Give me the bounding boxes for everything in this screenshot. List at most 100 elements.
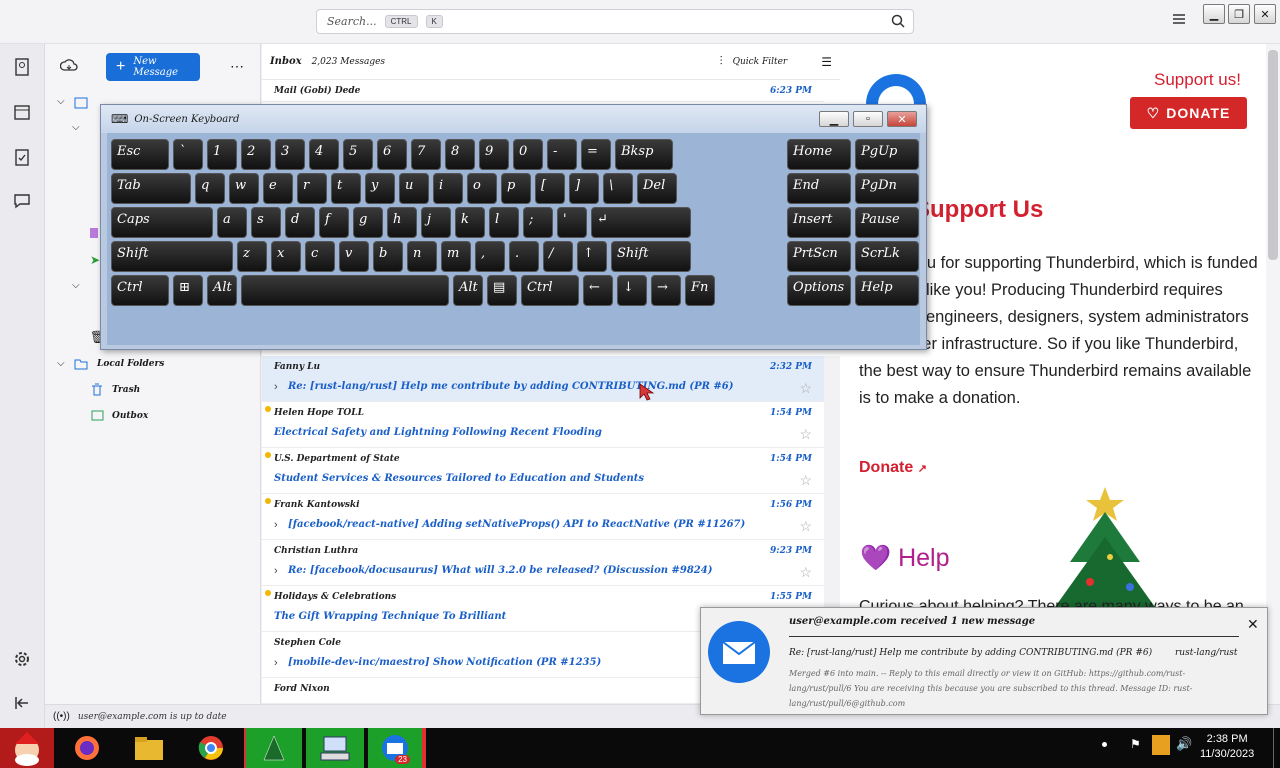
osk-key[interactable]: Ctrl [111,275,169,306]
address-book-icon[interactable] [7,52,37,82]
outbox-folder-label[interactable]: Outbox [112,411,148,421]
osk-key[interactable]: h [387,207,417,238]
app-menu-icon[interactable] [1172,13,1186,28]
osk-key[interactable]: q [195,173,225,204]
osk-key[interactable]: 3 [275,139,305,170]
new-message-button[interactable]: + New Message [106,53,200,81]
osk-key[interactable] [241,275,449,306]
osk-key[interactable]: End [787,173,851,204]
osk-title-bar[interactable]: ⌨ On-Screen Keyboard [101,105,926,133]
osk-key[interactable]: Shift [111,241,233,272]
table-row[interactable]: Mail (Gobi) Dede 6:23 PM [262,80,824,102]
osk-key[interactable]: PgDn [855,173,919,204]
osk-key[interactable]: z [237,241,267,272]
osk-key[interactable]: 4 [309,139,339,170]
osk-key[interactable]: / [543,241,573,272]
star-icon[interactable]: ☆ [799,472,812,489]
osk-key[interactable]: ← [583,275,613,306]
osk-key[interactable]: ⊞ [173,275,203,306]
osk-key[interactable]: b [373,241,403,272]
osk-key[interactable]: u [399,173,429,204]
table-row[interactable]: Christian Luthra 9:23 PM › Re: [facebook/do… [262,540,824,586]
thread-expand-icon[interactable]: › [274,657,278,669]
osk-key[interactable]: 8 [445,139,475,170]
osk-key[interactable]: PrtScn [787,241,851,272]
osk-key[interactable]: [ [535,173,565,204]
restore-button[interactable]: ❐ [1228,4,1250,24]
christmas-tree-taskbar-icon[interactable] [244,728,302,768]
osk-key[interactable]: ` [173,139,203,170]
local-folders-label[interactable]: Local Folders [97,359,164,369]
osk-key[interactable]: l [489,207,519,238]
start-page-scrollbar[interactable] [1266,44,1280,704]
chevron-down-icon[interactable]: ⌵ [72,122,80,133]
trash-folder-label[interactable]: Trash [112,385,140,395]
donate-link[interactable]: Donate ↗ [859,459,927,477]
osk-key[interactable]: 6 [377,139,407,170]
chevron-down-icon[interactable]: ⌵ [57,96,65,107]
osk-key[interactable]: ' [557,207,587,238]
osk-key[interactable]: Caps [111,207,213,238]
osk-key[interactable]: Pause [855,207,919,238]
list-options-icon[interactable]: ☰ [821,55,832,69]
osk-key[interactable]: f [319,207,349,238]
osk-key[interactable]: Options [787,275,851,306]
osk-key[interactable]: , [475,241,505,272]
start-button-santa-icon[interactable] [0,728,54,768]
osk-key[interactable]: → [651,275,681,306]
get-messages-icon[interactable] [59,59,78,76]
osk-key[interactable]: = [581,139,611,170]
osk-key[interactable]: Alt [453,275,483,306]
osk-key[interactable]: ▤ [487,275,517,306]
chevron-down-icon[interactable]: ⌵ [57,358,65,369]
osk-key[interactable]: e [263,173,293,204]
osk-key[interactable]: g [353,207,383,238]
osk-key[interactable]: 1 [207,139,237,170]
osk-key[interactable]: c [305,241,335,272]
osk-key[interactable]: Alt [207,275,237,306]
osk-key[interactable]: j [421,207,451,238]
online-status-icon[interactable]: ((•)) [53,711,70,722]
star-icon[interactable]: ☆ [799,518,812,535]
osk-key[interactable]: n [407,241,437,272]
star-icon[interactable]: ☆ [799,426,812,443]
osk-key[interactable]: ] [569,173,599,204]
osk-key[interactable]: w [229,173,259,204]
osk-key[interactable]: Home [787,139,851,170]
osk-key[interactable]: Insert [787,207,851,238]
osk-key[interactable]: Bksp [615,139,673,170]
donate-button[interactable]: ♡ DONATE [1130,97,1247,129]
osk-key[interactable]: 0 [513,139,543,170]
osk-key[interactable]: x [271,241,301,272]
osk-key[interactable]: 2 [241,139,271,170]
osk-key[interactable]: \ [603,173,633,204]
thread-expand-icon[interactable]: › [274,381,278,393]
chat-icon[interactable] [7,186,37,216]
firefox-icon[interactable] [58,728,116,768]
osk-close-button[interactable]: ✕ [887,111,917,127]
minimize-button[interactable]: ▁ [1203,4,1225,24]
osk-key[interactable]: r [297,173,327,204]
osk-key[interactable]: Help [855,275,919,306]
osk-key[interactable]: ↓ [617,275,647,306]
thread-expand-icon[interactable]: › [274,519,278,531]
osk-key[interactable]: . [509,241,539,272]
osk-minimize-button[interactable]: ▁ [819,111,849,127]
file-explorer-icon[interactable] [120,728,178,768]
osk-key[interactable]: ↵ [591,207,691,238]
osk-key[interactable]: t [331,173,361,204]
osk-key[interactable]: k [455,207,485,238]
thread-expand-icon[interactable]: › [274,565,278,577]
table-row[interactable]: Frank Kantowski 1:56 PM › [facebook/react-n… [262,494,824,540]
osk-key[interactable]: Ctrl [521,275,579,306]
osk-key[interactable]: o [467,173,497,204]
osk-key[interactable]: m [441,241,471,272]
osk-key[interactable]: Esc [111,139,169,170]
settings-icon[interactable] [7,644,37,674]
quick-filter-button[interactable]: Quick Filter [733,57,788,67]
quick-filter-icon[interactable]: ⫶ [720,54,723,69]
osk-key[interactable]: 7 [411,139,441,170]
close-button[interactable]: ✕ [1254,4,1276,24]
osk-key[interactable]: ↑ [577,241,607,272]
osk-key[interactable]: 9 [479,139,509,170]
